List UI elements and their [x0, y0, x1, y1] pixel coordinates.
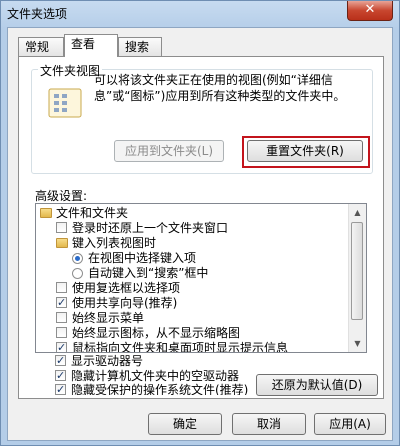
- checkbox[interactable]: [56, 340, 67, 352]
- tree-item-label: 使用复选框以选择项: [72, 281, 181, 295]
- folder-view-icon: [48, 88, 82, 118]
- apply-to-folders-button[interactable]: 应用到文件夹(L): [114, 140, 224, 162]
- scroll-down-arrow-icon[interactable]: ▼: [349, 335, 366, 352]
- tree-item-show-drive-letters[interactable]: 显示驱动器号: [55, 353, 355, 369]
- tree-item-label: 鼠标指向文件夹和桌面项时显示提示信息: [72, 341, 289, 353]
- apply-button[interactable]: 应用(A): [314, 413, 386, 435]
- window-title: 文件夹选项: [7, 7, 68, 21]
- tree-item-label: 始终显示菜单: [72, 311, 145, 325]
- ok-button[interactable]: 确定: [148, 413, 222, 435]
- checkbox[interactable]: [56, 295, 67, 310]
- tree-item-label: 登录时还原上一个文件夹窗口: [72, 221, 229, 235]
- view-tab-panel: 文件夹视图 可以将该文件夹正在使用的视图(例如“详细信息”或“图标”)应用到所有…: [18, 56, 384, 399]
- checkbox[interactable]: [56, 282, 67, 293]
- folder-views-description: 可以将该文件夹正在使用的视图(例如“详细信息”或“图标”)应用到所有这种类型的文…: [94, 73, 346, 103]
- advanced-settings-label: 高级设置:: [35, 189, 88, 203]
- checkbox[interactable]: [56, 312, 67, 323]
- reset-folders-button[interactable]: 重置文件夹(R): [247, 140, 363, 162]
- tree-item-label: 键入列表视图时: [72, 236, 157, 250]
- checkbox[interactable]: [55, 353, 66, 368]
- tree-item-label: 使用共享向导(推荐): [72, 296, 178, 310]
- checkbox[interactable]: [55, 383, 66, 395]
- close-button[interactable]: ✕: [347, 1, 393, 21]
- radio-button[interactable]: [72, 253, 83, 264]
- folder-views-legend: 文件夹视图: [38, 62, 103, 79]
- advanced-settings-tree[interactable]: 文件和文件夹 登录时还原上一个文件夹窗口 键入列表视图时 在视图中选择键入项 自…: [35, 203, 367, 353]
- radio-button[interactable]: [72, 268, 83, 279]
- tab-general[interactable]: 常规: [18, 37, 64, 56]
- tree-item-label: 隐藏受保护的操作系统文件(推荐): [71, 383, 249, 395]
- folder-icon: [40, 208, 52, 218]
- tree-item-label: 自动键入到“搜索”框中: [88, 266, 209, 280]
- tab-view[interactable]: 查看: [64, 34, 118, 57]
- tree-item-label: 始终显示图标，从不显示缩略图: [72, 326, 241, 340]
- dialog-client-area: 常规 查看 搜索 文件夹视图 可以将该文件夹正在使用的视图(例如“详细信息”或“…: [7, 27, 393, 441]
- restore-defaults-button[interactable]: 还原为默认值(D): [256, 374, 378, 396]
- checkbox[interactable]: [55, 368, 66, 383]
- tree-item-label: 文件和文件夹: [56, 206, 129, 220]
- vertical-scrollbar[interactable]: ▲ ▼: [348, 204, 366, 352]
- tree-item-label: 隐藏计算机文件夹中的空驱动器: [71, 369, 240, 383]
- tree-item-label: 在视图中选择键入项: [88, 251, 197, 265]
- tab-search[interactable]: 搜索: [118, 37, 162, 56]
- cancel-button[interactable]: 取消: [232, 413, 306, 435]
- checkbox[interactable]: [56, 327, 67, 338]
- scrollbar-thumb[interactable]: [351, 222, 363, 320]
- scroll-up-arrow-icon[interactable]: ▲: [349, 204, 366, 221]
- folder-options-window: 文件夹选项 ✕ 常规 查看 搜索 文件夹视图 可以将该文件夹正在使用的视图(例如…: [0, 0, 400, 446]
- folder-views-group: 文件夹视图 可以将该文件夹正在使用的视图(例如“详细信息”或“图标”)应用到所有…: [31, 62, 373, 174]
- checkbox[interactable]: [56, 222, 67, 233]
- folder-icon: [56, 238, 68, 248]
- tree-item-label: 显示驱动器号: [71, 354, 144, 368]
